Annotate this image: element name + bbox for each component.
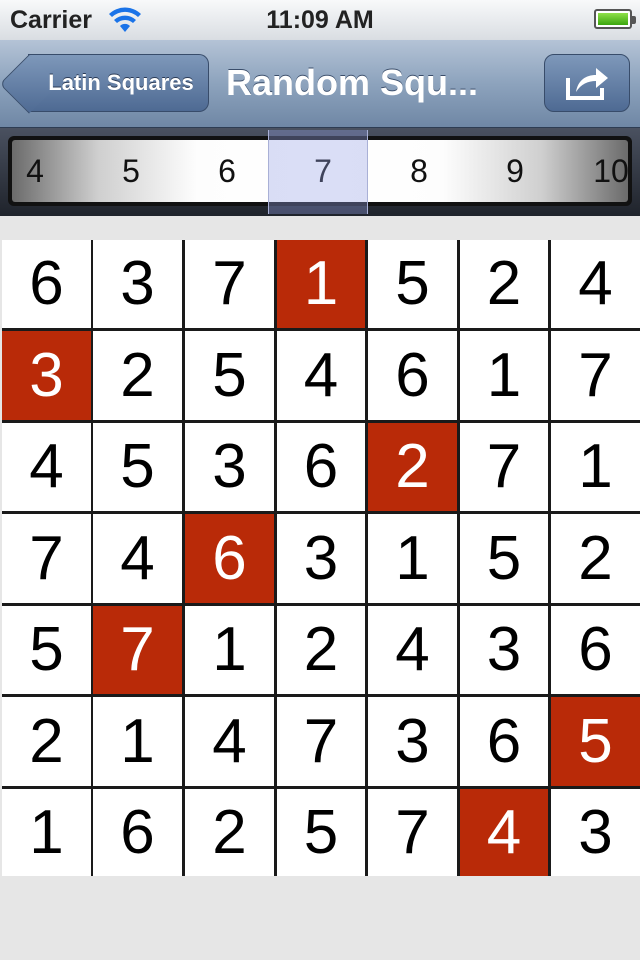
grid-cell-highlighted[interactable]: 6: [185, 514, 274, 603]
grid-cell[interactable]: 4: [2, 423, 91, 511]
picker-option[interactable]: 5: [83, 140, 179, 202]
share-button[interactable]: [544, 54, 630, 112]
grid-cell-highlighted[interactable]: 7: [93, 606, 182, 694]
status-time: 11:09 AM: [266, 6, 374, 34]
grid-cell[interactable]: 3: [368, 697, 457, 786]
grid-cell[interactable]: 4: [277, 331, 365, 420]
picker-selection-indicator: [268, 130, 368, 214]
grid-cell-highlighted[interactable]: 2: [368, 423, 457, 511]
grid-cell[interactable]: 2: [2, 697, 91, 786]
grid-cell[interactable]: 7: [551, 331, 640, 420]
grid-cell[interactable]: 1: [368, 514, 457, 603]
grid-cell[interactable]: 4: [185, 697, 274, 786]
grid-cell[interactable]: 3: [185, 423, 274, 511]
grid-cell[interactable]: 5: [2, 606, 91, 694]
grid-cell[interactable]: 3: [460, 606, 548, 694]
navigation-bar: Latin Squares Random Squ...: [0, 40, 640, 128]
grid-cell[interactable]: 1: [460, 331, 548, 420]
grid-cell[interactable]: 6: [368, 331, 457, 420]
grid-cell[interactable]: 1: [2, 789, 91, 876]
status-bar: Carrier 11:09 AM: [0, 0, 640, 40]
grid-cell[interactable]: 5: [460, 514, 548, 603]
grid-cell[interactable]: 2: [93, 331, 182, 420]
battery-icon: [594, 9, 636, 29]
grid-cell[interactable]: 7: [368, 789, 457, 876]
grid-cell[interactable]: 2: [551, 514, 640, 603]
picker-option[interactable]: 10: [563, 140, 628, 202]
grid-cell-highlighted[interactable]: 3: [2, 331, 91, 420]
grid-cell-highlighted[interactable]: 4: [460, 789, 548, 876]
back-button[interactable]: Latin Squares: [28, 54, 209, 112]
grid-cell[interactable]: 6: [460, 697, 548, 786]
grid-cell-highlighted[interactable]: 5: [551, 697, 640, 786]
grid-cell[interactable]: 5: [277, 789, 365, 876]
grid-cell[interactable]: 6: [551, 606, 640, 694]
grid-cell[interactable]: 1: [551, 423, 640, 511]
grid-cell[interactable]: 5: [368, 240, 457, 328]
grid-cell[interactable]: 4: [368, 606, 457, 694]
share-icon: [566, 68, 608, 100]
grid-cell[interactable]: 5: [185, 331, 274, 420]
latin-square-grid: 6371524325461745362717463152571243621473…: [2, 240, 640, 876]
grid-cell[interactable]: 4: [93, 514, 182, 603]
grid-cell[interactable]: 6: [2, 240, 91, 328]
grid-cell[interactable]: 6: [93, 789, 182, 876]
picker-option[interactable]: 8: [371, 140, 467, 202]
picker-option[interactable]: 4: [12, 140, 83, 202]
picker-option[interactable]: 9: [467, 140, 563, 202]
grid-cell[interactable]: 7: [277, 697, 365, 786]
grid-cell[interactable]: 7: [185, 240, 274, 328]
grid-cell[interactable]: 4: [551, 240, 640, 328]
grid-cell[interactable]: 5: [93, 423, 182, 511]
grid-cell[interactable]: 1: [185, 606, 274, 694]
grid-cell[interactable]: 2: [185, 789, 274, 876]
grid-cell[interactable]: 2: [460, 240, 548, 328]
page-title: Random Squ...: [226, 62, 478, 103]
grid-cell[interactable]: 2: [277, 606, 365, 694]
grid-cell[interactable]: 7: [460, 423, 548, 511]
back-button-label: Latin Squares: [48, 70, 194, 95]
grid-cell[interactable]: 1: [93, 697, 182, 786]
picker-option[interactable]: 6: [179, 140, 275, 202]
grid-cell[interactable]: 7: [2, 514, 91, 603]
grid-cell[interactable]: 3: [277, 514, 365, 603]
grid-cell[interactable]: 3: [93, 240, 182, 328]
grid-cell[interactable]: 6: [277, 423, 365, 511]
grid-cell[interactable]: 3: [551, 789, 640, 876]
grid-cell-highlighted[interactable]: 1: [277, 240, 365, 328]
